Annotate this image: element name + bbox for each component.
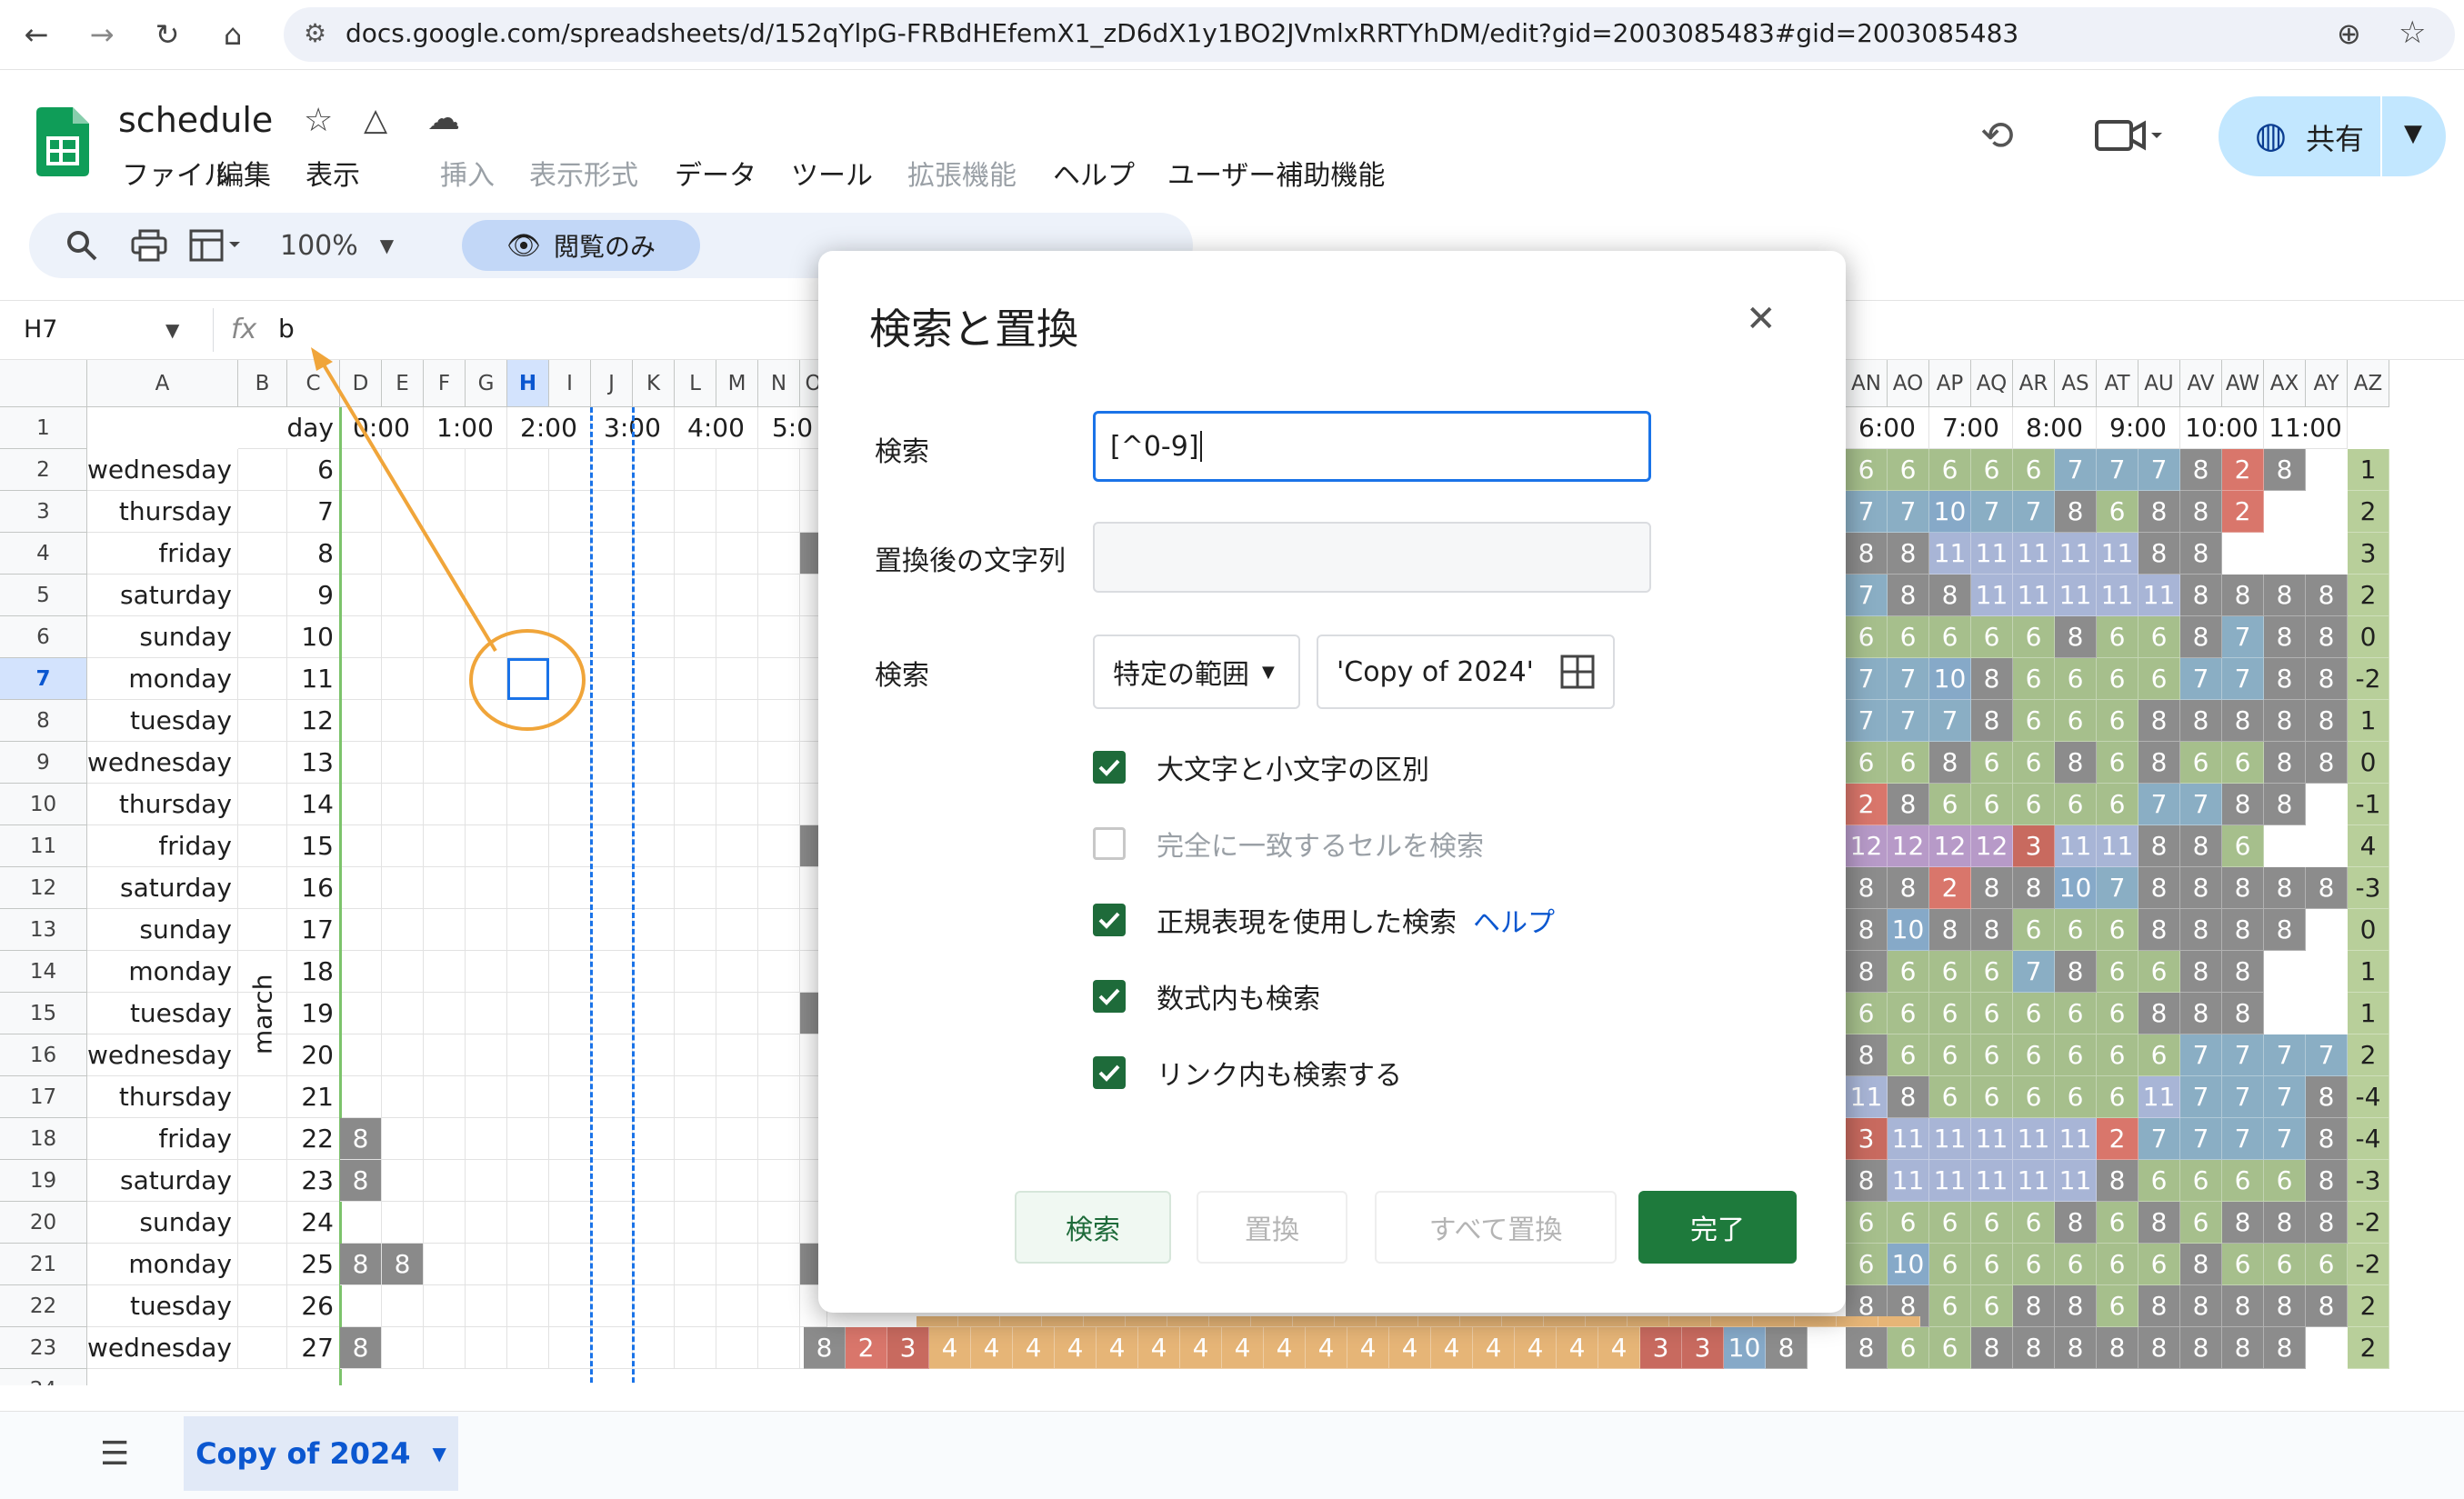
help-link[interactable]: ヘルプ xyxy=(1473,900,1555,940)
replace-button[interactable]: 置換 xyxy=(1197,1191,1347,1264)
option-row[interactable]: リンク内も検索する xyxy=(1093,1053,1402,1093)
sheet-tab-dropdown-icon: ▼ xyxy=(432,1443,446,1464)
scope-label: 検索 xyxy=(875,660,929,692)
scope-select[interactable]: 特定の範囲 ▼ xyxy=(1093,635,1300,709)
dialog-title: 検索と置換 xyxy=(869,305,1078,354)
find-input[interactable]: [^0-9] xyxy=(1093,411,1651,482)
option-row[interactable]: 正規表現を使用した検索 ヘルプ xyxy=(1093,900,1555,940)
scope-select-value: 特定の範囲 xyxy=(1113,659,1249,691)
option-row[interactable]: 数式内も検索 xyxy=(1093,976,1320,1016)
checkbox[interactable] xyxy=(1093,980,1126,1013)
range-input[interactable]: 'Copy of 2024'!D xyxy=(1317,635,1615,709)
replace-all-button[interactable]: すべて置換 xyxy=(1375,1191,1617,1264)
option-label: 完全に一致するセルを検索 xyxy=(1157,831,1484,863)
sheet-tab-label: Copy of 2024 xyxy=(195,1436,411,1471)
replace-input[interactable] xyxy=(1093,522,1651,593)
option-label: 大文字と小文字の区別 xyxy=(1157,754,1429,786)
checkbox[interactable] xyxy=(1093,751,1126,784)
scope-dropdown-icon: ▼ xyxy=(1262,662,1275,682)
annotation-arrow-line xyxy=(320,360,497,653)
find-button[interactable]: 検索 xyxy=(1015,1191,1171,1264)
option-row[interactable]: 大文字と小文字の区別 xyxy=(1093,747,1429,787)
sheet-tab[interactable]: Copy of 2024 ▼ xyxy=(184,1416,458,1491)
done-button[interactable]: 完了 xyxy=(1638,1191,1797,1264)
close-icon[interactable]: ✕ xyxy=(1746,298,1777,340)
range-input-value: 'Copy of 2024'!D xyxy=(1337,655,1537,688)
checkbox[interactable] xyxy=(1093,1056,1126,1089)
find-replace-dialog: 検索と置換 ✕ 検索 [^0-9] 置換後の文字列 検索 特定の範囲 ▼ 'Co… xyxy=(818,251,1846,1313)
checkbox[interactable] xyxy=(1093,904,1126,936)
option-label: 数式内も検索 xyxy=(1157,984,1320,1015)
select-range-icon[interactable] xyxy=(1560,655,1595,696)
replace-label: 置換後の文字列 xyxy=(875,545,1066,577)
annotation-circle xyxy=(469,629,586,731)
option-label: 正規表現を使用した検索 xyxy=(1157,907,1457,939)
find-input-value: [^0-9] xyxy=(1110,430,1199,463)
checkbox[interactable] xyxy=(1093,827,1126,860)
all-sheets-icon[interactable]: ☰ xyxy=(100,1435,129,1473)
annotation-arrow-head xyxy=(311,347,333,371)
option-label: リンク内も検索する xyxy=(1157,1060,1402,1092)
text-cursor xyxy=(1199,431,1202,462)
find-label: 検索 xyxy=(875,436,929,468)
option-row[interactable]: 完全に一致するセルを検索 xyxy=(1093,824,1484,864)
